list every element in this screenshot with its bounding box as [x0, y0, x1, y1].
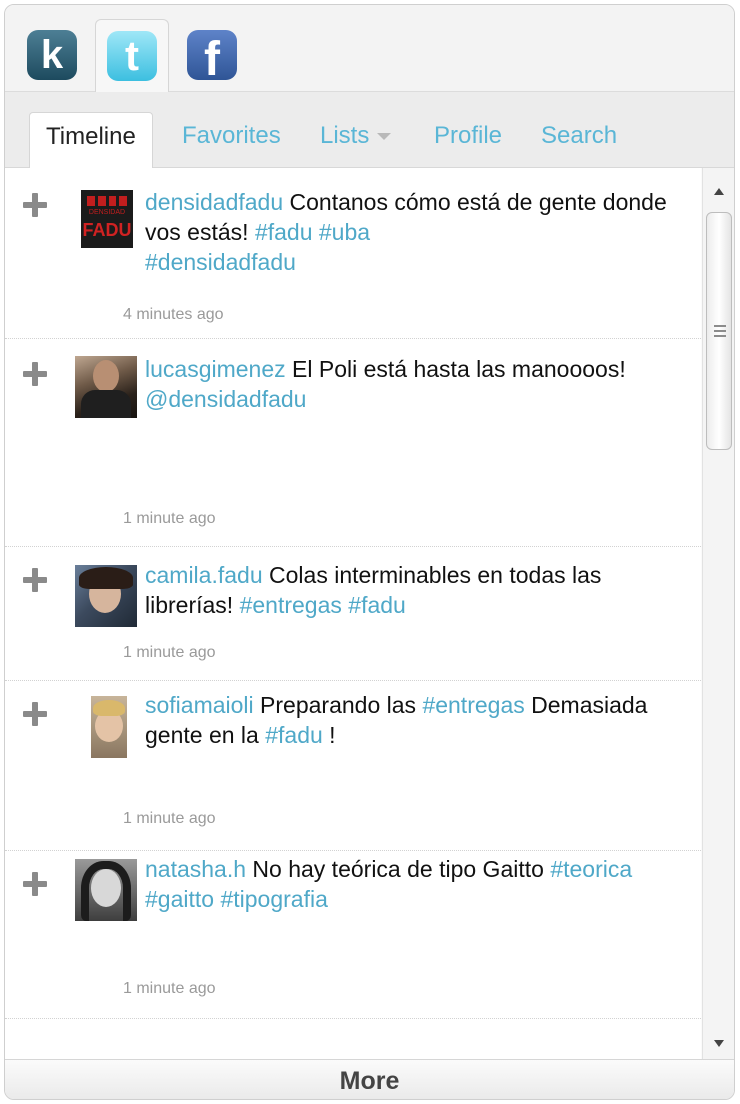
tweet-text: lucasgimenez El Poli está hasta las mano…: [145, 354, 695, 414]
hashtag-link[interactable]: #fadu: [265, 722, 323, 748]
tab-timeline[interactable]: Timeline: [29, 112, 153, 168]
hashtag-link[interactable]: #fadu: [255, 219, 313, 245]
avatar-body: [81, 390, 131, 418]
tweet-timestamp: 1 minute ago: [123, 510, 216, 527]
tweet-text: densidadfadu Contanos cómo está de gente…: [145, 187, 695, 277]
timeline-scrollbar[interactable]: [702, 168, 734, 1059]
tweet-username[interactable]: lucasgimenez: [145, 356, 286, 382]
scrollbar-thumb[interactable]: [706, 212, 732, 450]
add-icon[interactable]: [23, 872, 47, 896]
hashtag-link[interactable]: #densidadfadu: [145, 249, 296, 275]
hashtag-link[interactable]: #entregas: [422, 692, 524, 718]
hashtag-link[interactable]: #gaitto: [145, 886, 214, 912]
tweet-text: natasha.h No hay teórica de tipo Gaitto …: [145, 854, 695, 914]
add-icon[interactable]: [23, 193, 47, 217]
tab-favorites[interactable]: Favorites: [182, 122, 281, 150]
tweet-body: !: [322, 722, 336, 748]
avatar[interactable]: [75, 356, 137, 418]
avatar-face: [93, 360, 119, 392]
hashtag-link[interactable]: #tipografia: [220, 886, 327, 912]
hashtag-link[interactable]: #entregas: [240, 592, 342, 618]
avatar-hair: [81, 861, 131, 921]
avatar-logo-text: FADU: [82, 220, 132, 240]
twitter-icon: t: [107, 31, 157, 81]
tweet-item: camila.fadu Colas interminables en todas…: [5, 548, 701, 681]
service-tab-twitter[interactable]: t: [95, 19, 169, 92]
nav-tabs: Timeline Favorites Lists Profile Search: [5, 92, 734, 168]
tweet-body: No hay teórica de tipo Gaitto: [252, 856, 551, 882]
tweet-item: lucasgimenez El Poli está hasta las mano…: [5, 340, 701, 547]
tweet-timestamp: 1 minute ago: [123, 644, 216, 661]
service-tabs: k t f: [5, 5, 734, 92]
timeline-list: DENSIDAD FADU densidadfadu Contanos cómo…: [5, 168, 701, 1059]
chevron-down-icon: [377, 133, 392, 141]
tweet-username[interactable]: camila.fadu: [145, 562, 263, 588]
service-tab-klout[interactable]: k: [15, 19, 89, 91]
avatar-logo-text-top: DENSIDAD: [88, 209, 126, 216]
hashtag-link[interactable]: #uba: [319, 219, 370, 245]
grip-icon: [714, 325, 726, 340]
tab-search[interactable]: Search: [541, 122, 617, 150]
tweet-item: DENSIDAD FADU densidadfadu Contanos cómo…: [5, 168, 701, 339]
add-icon[interactable]: [23, 362, 47, 386]
tweet-timestamp: 1 minute ago: [123, 980, 216, 997]
mention-link[interactable]: @densidadfadu: [145, 386, 306, 412]
avatar[interactable]: [75, 565, 137, 627]
avatar[interactable]: [91, 696, 127, 758]
tweet-text: camila.fadu Colas interminables en todas…: [145, 560, 695, 620]
scroll-up-arrow-icon[interactable]: [714, 188, 724, 195]
facebook-icon: f: [187, 30, 237, 86]
tweet-item: sofiamaioli Preparando las #entregas Dem…: [5, 682, 701, 851]
more-button[interactable]: More: [5, 1059, 734, 1099]
add-icon[interactable]: [23, 568, 47, 592]
tweet-timestamp: 4 minutes ago: [123, 306, 224, 323]
add-icon[interactable]: [23, 702, 47, 726]
tweet-username[interactable]: natasha.h: [145, 856, 246, 882]
tweet-item: natasha.h No hay teórica de tipo Gaitto …: [5, 852, 701, 1019]
tweet-body: El Poli está hasta las manoooos!: [292, 356, 626, 382]
tweet-text: sofiamaioli Preparando las #entregas Dem…: [145, 690, 695, 750]
scroll-down-arrow-icon[interactable]: [714, 1040, 724, 1047]
tweet-body: Preparando las: [260, 692, 423, 718]
avatar-hair: [79, 567, 133, 589]
tweet-username[interactable]: densidadfadu: [145, 189, 283, 215]
tab-lists-label: Lists: [320, 122, 370, 149]
service-tab-facebook[interactable]: f: [175, 19, 249, 91]
avatar[interactable]: [75, 859, 137, 921]
hashtag-link[interactable]: #teorica: [550, 856, 632, 882]
twitter-widget: k t f Timeline Favorites Lists Profile S…: [4, 4, 735, 1100]
tab-lists[interactable]: Lists: [320, 122, 392, 150]
klout-icon: k: [27, 30, 77, 80]
tab-profile[interactable]: Profile: [434, 122, 502, 150]
avatar-hair: [93, 700, 125, 716]
avatar[interactable]: DENSIDAD FADU: [81, 190, 133, 248]
avatar-logo-bars: [87, 196, 127, 206]
tweet-username[interactable]: sofiamaioli: [145, 692, 254, 718]
tweet-timestamp: 1 minute ago: [123, 810, 216, 827]
hashtag-link[interactable]: #fadu: [348, 592, 406, 618]
